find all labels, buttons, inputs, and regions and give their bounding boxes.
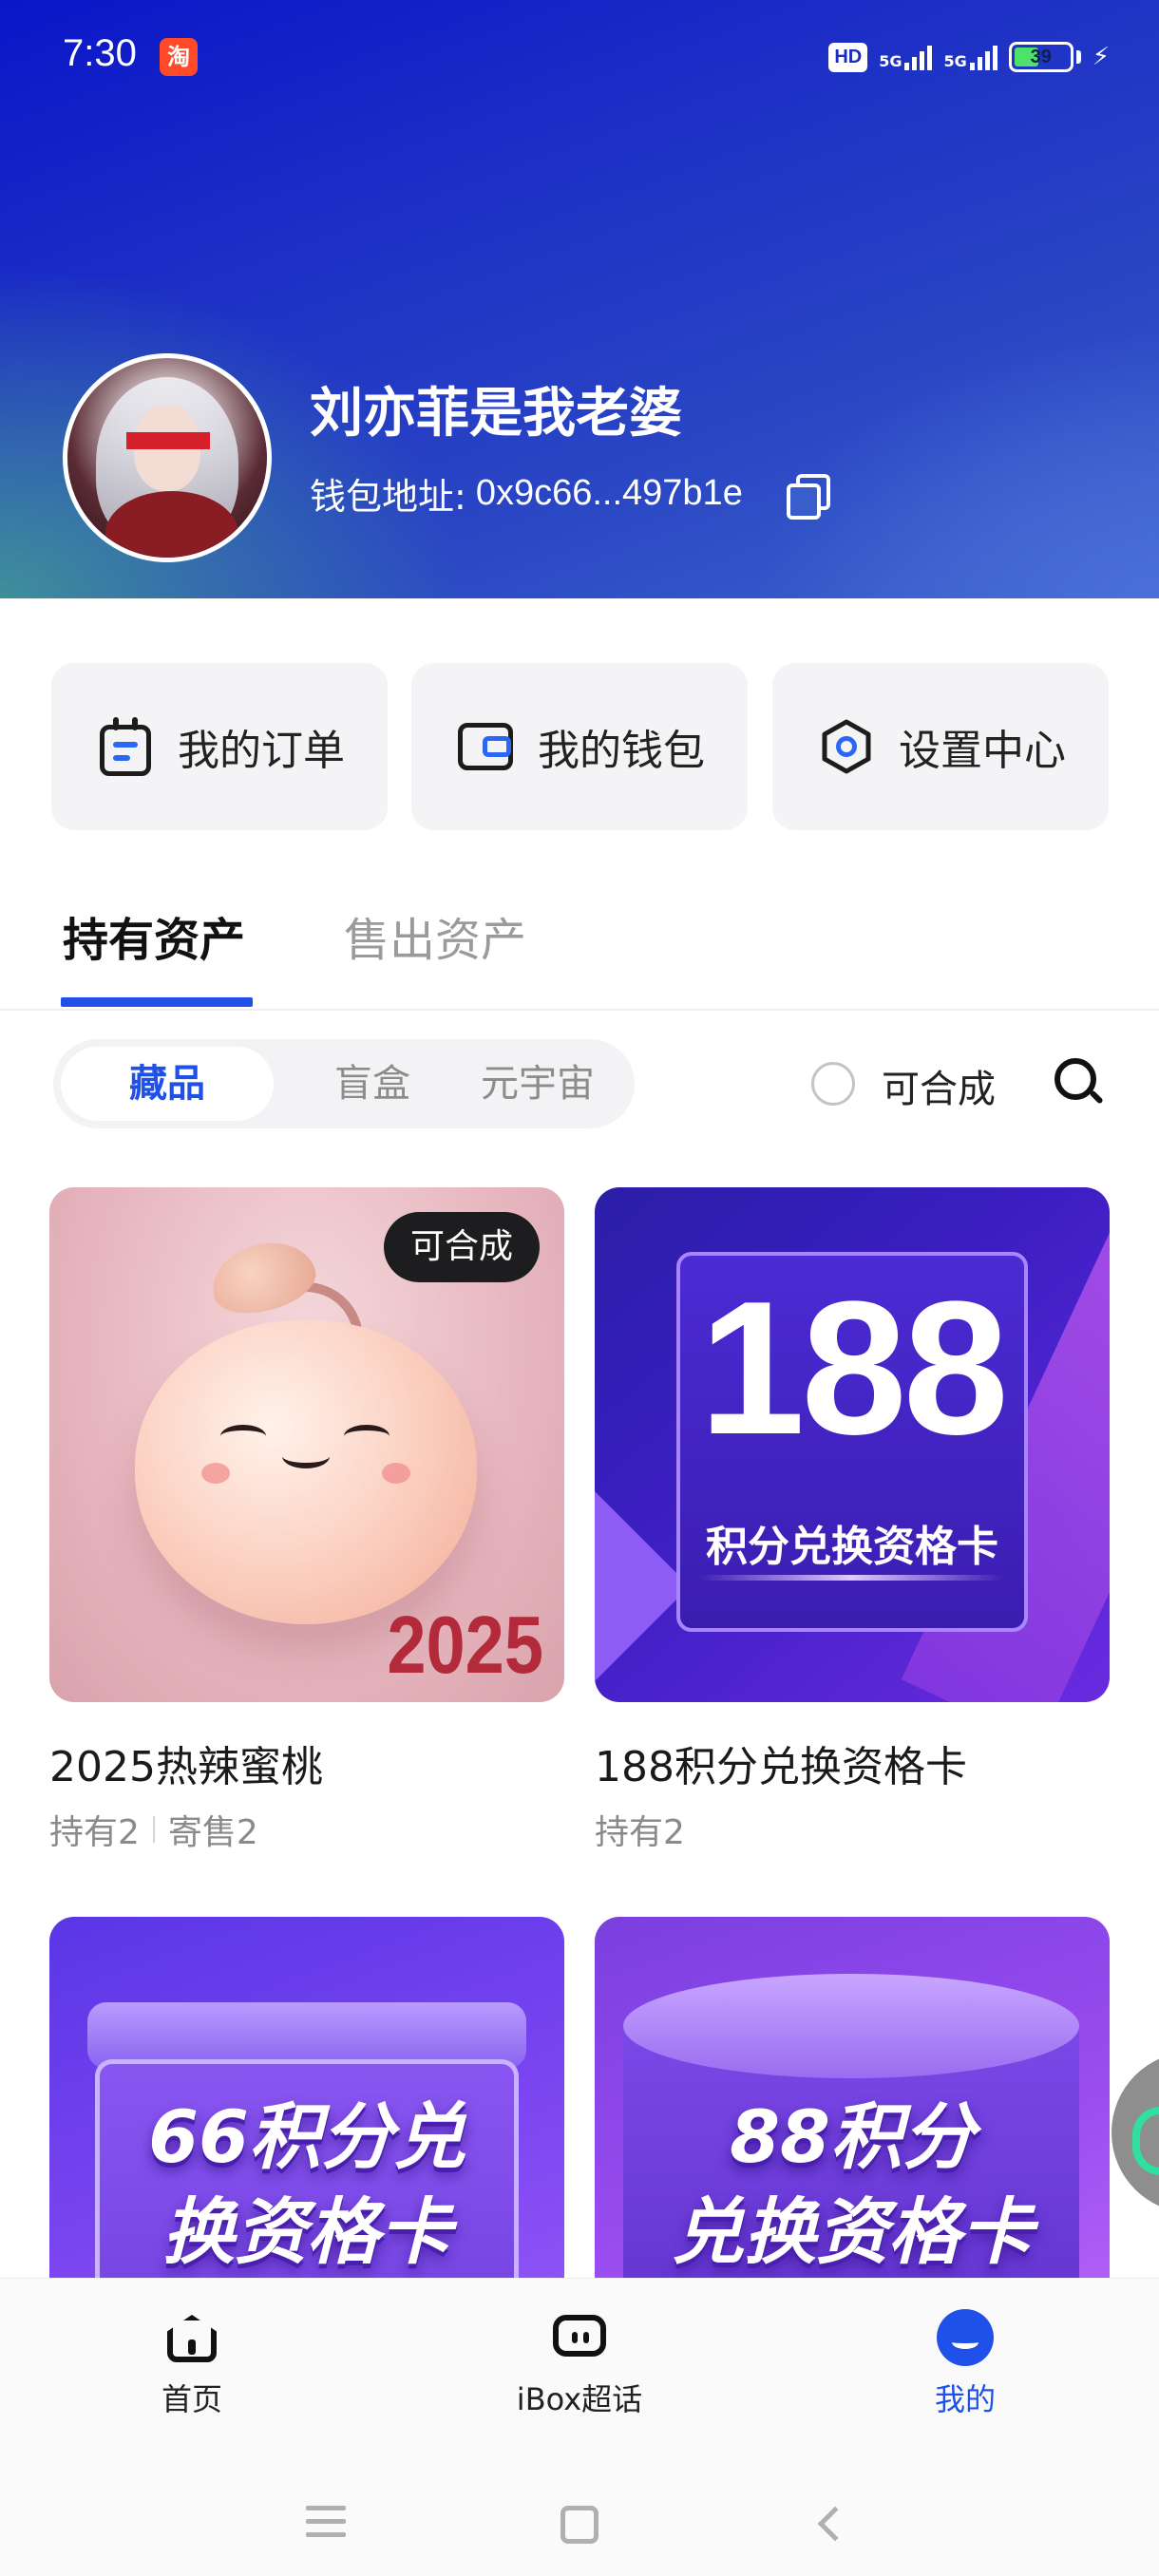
copy-icon[interactable]: [785, 472, 830, 520]
chat-icon: [549, 2307, 610, 2368]
floating-assistant-handle[interactable]: [1112, 2052, 1159, 2213]
card-title[interactable]: 188积分兑换资格卡: [595, 1733, 967, 1793]
holding-count: 持有2: [49, 1813, 140, 1852]
settings-button[interactable]: 设置中心: [772, 663, 1109, 830]
image-caption-text: 积分兑换资格卡: [706, 1523, 998, 1571]
synthesizable-label[interactable]: 可合成: [882, 1058, 996, 1113]
my-orders-label: 我的订单: [178, 727, 345, 775]
status-indicators: HD 5G 5G 39 ⚡: [828, 36, 1110, 78]
segment-blind-box[interactable]: 盲盒: [287, 1047, 458, 1121]
home-icon: [162, 2307, 222, 2368]
my-orders-button[interactable]: 我的订单: [51, 663, 388, 830]
nav-ibox-topics-label: iBox超话: [516, 2381, 643, 2417]
tab-sold-assets[interactable]: 售出资产: [344, 902, 526, 969]
profile-icon: [935, 2307, 996, 2368]
my-wallet-button[interactable]: 我的钱包: [411, 663, 748, 830]
signal-icon: 5G: [879, 44, 933, 70]
card-meta: 持有2 寄售2: [49, 1805, 258, 1854]
collectible-image-peach[interactable]: 2025 可合成: [49, 1187, 564, 1702]
card-meta: 持有2: [595, 1805, 685, 1854]
synthesizable-checkbox[interactable]: [811, 1062, 855, 1106]
wallet-label: 钱包地址:: [310, 476, 466, 518]
gear-icon: [815, 715, 878, 778]
nav-home[interactable]: 首页: [87, 2307, 296, 2419]
nav-me-label: 我的: [934, 2381, 996, 2417]
wallet-address-row: 钱包地址: 0x9c66...497b1e: [310, 467, 830, 520]
consign-count: 寄售2: [167, 1813, 258, 1852]
back-icon[interactable]: [817, 2506, 853, 2542]
order-icon: [94, 715, 157, 778]
nav-home-label: 首页: [161, 2381, 222, 2417]
username: 刘亦菲是我老婆: [310, 383, 682, 445]
image-text-line2: 兑换资格卡: [672, 2189, 1033, 2274]
settings-label: 设置中心: [899, 727, 1066, 775]
holding-count: 持有2: [595, 1813, 685, 1852]
image-text-line2: 换资格卡: [162, 2189, 451, 2274]
nav-me[interactable]: 我的: [861, 2307, 1070, 2419]
card-title[interactable]: 2025热辣蜜桃: [49, 1733, 323, 1793]
profile-header: 7:30 淘 HD 5G 5G 39 ⚡ 刘亦菲是我老婆 钱包地址: 0x9c6…: [0, 0, 1159, 598]
system-nav-bar: [0, 2470, 1159, 2576]
segment-metaverse[interactable]: 元宇宙: [452, 1047, 623, 1121]
nav-ibox-topics[interactable]: iBox超话: [475, 2307, 684, 2419]
tab-indicator: [61, 997, 253, 1007]
image-text-line1: 66积分兑: [148, 2094, 466, 2179]
signal-icon-2: 5G: [943, 44, 998, 70]
synthesizable-badge: 可合成: [383, 1212, 540, 1282]
status-time: 7:30: [63, 32, 137, 74]
battery-icon: 39: [1008, 42, 1074, 72]
hd-voice-icon: HD: [828, 42, 868, 72]
charging-icon: ⚡: [1092, 43, 1110, 71]
segment-collectibles[interactable]: 藏品: [61, 1047, 274, 1121]
wallet-address: 0x9c66...497b1e: [475, 473, 743, 513]
tab-held-assets[interactable]: 持有资产: [63, 902, 245, 969]
avatar[interactable]: [63, 353, 272, 562]
image-text-line1: 88积分: [730, 2094, 975, 2179]
image-year-text: 2025: [387, 1599, 543, 1691]
taobao-app-icon: 淘: [160, 38, 198, 76]
image-number-text: 188: [699, 1262, 1009, 1474]
home-button-icon[interactable]: [560, 2506, 598, 2544]
divider: [0, 1009, 1159, 1011]
status-bar: 7:30 淘 HD 5G 5G 39 ⚡: [0, 0, 1159, 114]
menu-icon[interactable]: [306, 2506, 346, 2546]
wallet-icon: [454, 715, 517, 778]
collectible-image-188[interactable]: 188 积分兑换资格卡: [595, 1187, 1110, 1702]
my-wallet-label: 我的钱包: [538, 727, 705, 775]
search-icon[interactable]: [1053, 1056, 1106, 1109]
category-segmented-control: 藏品 盲盒 元宇宙: [53, 1039, 635, 1128]
battery-level: 39: [1030, 46, 1052, 67]
